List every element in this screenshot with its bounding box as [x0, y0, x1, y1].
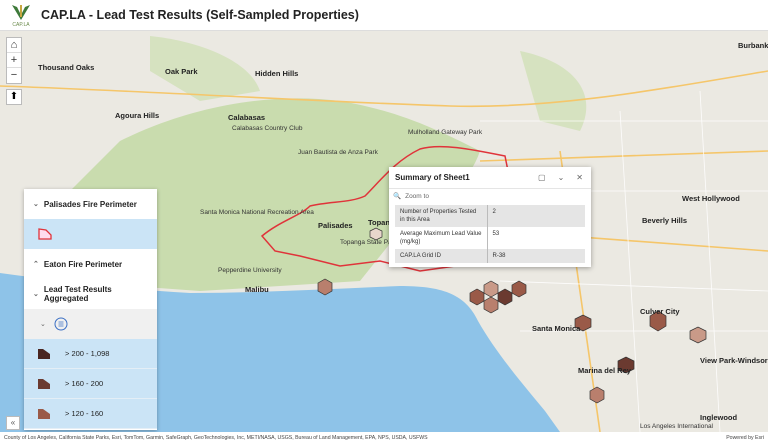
map-label: Malibu: [245, 285, 269, 294]
collapse-chevron-icon[interactable]: ⌄: [558, 173, 565, 182]
field-value: 2: [492, 209, 496, 215]
capla-logo: CAP.LA: [10, 3, 32, 28]
field-name: CAP.LA Grid ID: [395, 249, 488, 263]
map-label: Palisades: [318, 221, 353, 230]
zoom-out-button[interactable]: −: [7, 68, 21, 83]
field-name: Average Maximum Lead Value (mg/kg): [395, 227, 488, 249]
map-label: Pepperdine University: [218, 267, 282, 274]
field-value: R-38: [492, 253, 506, 259]
feature-popup: Summary of Sheet1 ▢ ⌄ ✕ 🔍 Zoom to Number of…: [389, 167, 591, 267]
map-label: Mulholland Gateway Park: [408, 129, 483, 136]
field-name: Number of Properties Tested in this Area: [395, 205, 488, 227]
legend-class: > 200 - 1,098: [24, 339, 157, 369]
map-attribution: County of Los Angeles, California State …: [0, 432, 768, 444]
layer-name: Lead Test Results Aggregated: [43, 285, 112, 303]
list-icon: [54, 317, 68, 331]
popup-title: Summary of Sheet1: [395, 173, 470, 182]
hex-symbol-icon: [38, 409, 50, 419]
zoom-in-button[interactable]: +: [7, 53, 21, 68]
legend-layer-eaton[interactable]: ⌃ Eaton Fire Perimeter: [24, 249, 157, 279]
attribution-text: County of Los Angeles, California State …: [4, 435, 428, 441]
map-label: Juan Bautista de Anza Park: [298, 149, 378, 156]
map-label: Beverly Hills: [642, 216, 688, 225]
chevron-down-icon: ⌄: [40, 321, 46, 328]
chevron-up-icon: ⌃: [33, 261, 39, 268]
map-label: Culver City: [640, 307, 680, 316]
legend-panel: ⌄ Palisades Fire Perimeter ⌃ Eaton Fire Pe…: [24, 189, 157, 430]
chevron-down-icon: ⌄: [33, 291, 39, 298]
map-label: Santa Monica: [532, 324, 581, 333]
app-header: CAP.LA CAP.LA - Lead Test Results (Self-…: [0, 0, 768, 31]
layer-name: Palisades Fire Perimeter: [43, 199, 137, 209]
class-label: > 160 - 200: [65, 379, 104, 388]
legend-group[interactable]: ⌄: [24, 309, 157, 339]
zoom-to-label: Zoom to: [405, 192, 429, 200]
map-label: Hidden Hills: [255, 69, 299, 78]
map-label: Agoura Hills: [115, 111, 160, 120]
table-row: Average Maximum Lead Value (mg/kg) 53: [395, 227, 585, 249]
fire-perimeter-symbol: [24, 219, 157, 249]
legend-layer-palisades[interactable]: ⌄ Palisades Fire Perimeter: [24, 189, 157, 219]
dock-icon[interactable]: ▢: [538, 173, 546, 182]
layer-name: Eaton Fire Perimeter: [43, 259, 123, 269]
map-label: West Hollywood: [682, 194, 740, 203]
map-label: View Park-Windsor Hills: [700, 356, 768, 365]
map-label: Inglewood: [700, 413, 738, 422]
map-label: Marina del Rey: [578, 366, 631, 375]
legend-class: > 160 - 200: [24, 369, 157, 399]
hex-symbol-icon: [38, 349, 50, 359]
app-title: CAP.LA - Lead Test Results (Self-Sampled…: [41, 8, 359, 22]
hex-symbol-icon: [38, 379, 50, 389]
popup-attribute-table: Number of Properties Tested in this Area…: [395, 205, 585, 263]
map-label: Calabasas Country Club: [232, 125, 303, 132]
map-controls: ⌂ + −: [6, 37, 22, 84]
map-label: Calabasas: [228, 113, 266, 122]
map-label: Oak Park: [165, 67, 198, 76]
polygon-symbol-icon: [38, 228, 52, 240]
legend-layer-lead[interactable]: ⌄ Lead Test Results Aggregated: [24, 279, 157, 309]
map-label: Thousand Oaks: [38, 63, 95, 72]
class-label: > 120 - 160: [65, 409, 104, 418]
table-row: CAP.LA Grid ID R-38: [395, 249, 585, 263]
map-label: Los Angeles International: [640, 423, 713, 430]
field-value: 53: [492, 231, 500, 237]
powered-by-esri-link[interactable]: Powered by Esri: [726, 435, 764, 441]
zoom-to-button[interactable]: 🔍 Zoom to: [389, 189, 591, 203]
collapse-legend-button[interactable]: «: [6, 416, 20, 430]
chevron-down-icon: ⌄: [33, 201, 39, 208]
compass-button[interactable]: ⬆: [6, 89, 22, 105]
home-button[interactable]: ⌂: [7, 38, 21, 53]
svg-text:CAP.LA: CAP.LA: [12, 22, 30, 27]
table-row: Number of Properties Tested in this Area…: [395, 205, 585, 227]
close-icon[interactable]: ✕: [576, 173, 583, 182]
zoom-to-icon: 🔍: [393, 193, 402, 200]
map-label: Burbank: [738, 41, 768, 50]
map-label: Santa Monica National Recreation Area: [200, 209, 314, 216]
legend-class: > 120 - 160: [24, 399, 157, 429]
class-label: > 200 - 1,098: [65, 349, 110, 358]
